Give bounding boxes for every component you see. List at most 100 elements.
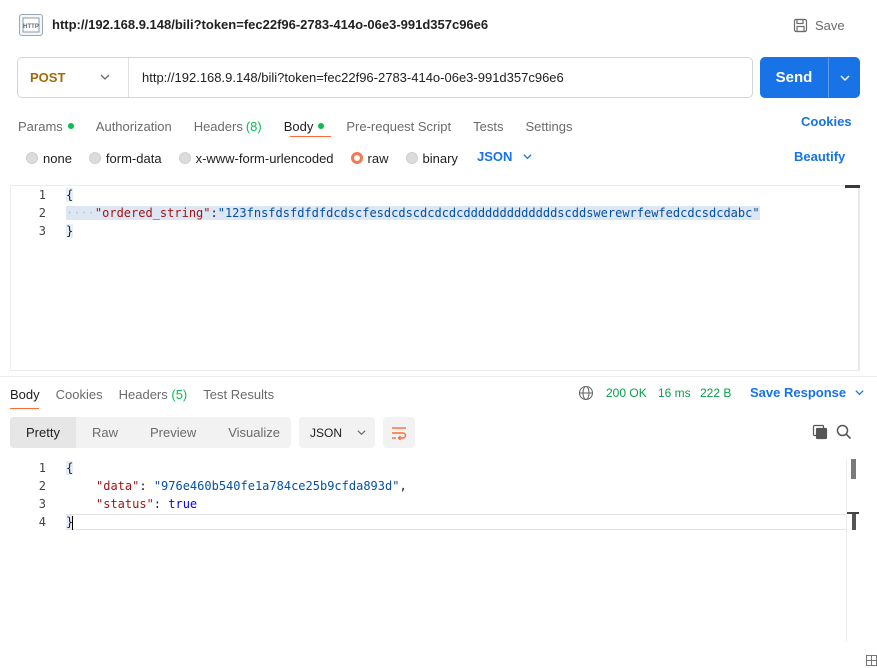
view-pretty-button[interactable]: Pretty: [10, 417, 76, 448]
method-select[interactable]: POST: [18, 58, 129, 97]
save-disk-icon: [793, 18, 808, 32]
response-divider: [0, 376, 877, 377]
response-format-dropdown[interactable]: JSON: [299, 417, 375, 448]
body-type-form-data[interactable]: form-data: [88, 150, 162, 166]
chevron-down-icon: [357, 430, 366, 436]
radio-binary[interactable]: [405, 152, 418, 164]
json-key: "data": [96, 479, 140, 493]
request-bar: POST http://192.168.9.148/bili?token=fec…: [17, 57, 753, 98]
send-button[interactable]: Send: [760, 57, 860, 98]
view-preview-button[interactable]: Preview: [134, 417, 212, 448]
cookies-link[interactable]: Cookies: [801, 114, 852, 129]
response-scroll-thumb[interactable]: [851, 459, 856, 479]
response-size[interactable]: 222 B: [700, 386, 731, 400]
json-value: "123fnsfdsfdfdfdcdscfesdcdscdcdcdcdddddd…: [217, 206, 760, 220]
response-tab-cookies[interactable]: Cookies: [56, 387, 103, 402]
globe-icon[interactable]: [578, 385, 594, 401]
tab-settings-label: Settings: [525, 118, 573, 134]
tab-body[interactable]: Body: [284, 119, 325, 134]
save-label: Save: [815, 17, 845, 33]
json-boolean: true: [168, 497, 198, 511]
json-colon: :: [210, 206, 218, 220]
layout-toggle-icon[interactable]: [866, 655, 877, 666]
body-format-label: JSON: [477, 149, 513, 164]
response-time[interactable]: 16 ms: [658, 386, 691, 400]
send-options-button[interactable]: [829, 72, 860, 84]
chevron-down-icon: [855, 390, 864, 396]
method-label: POST: [30, 70, 66, 85]
response-line-status: "status": true: [96, 497, 198, 511]
params-indicator-dot: [67, 123, 74, 129]
response-tab-test-results[interactable]: Test Results: [203, 387, 274, 402]
editor-scrollbar[interactable]: [858, 188, 859, 370]
tab-pre-request-label: Pre-request Script: [346, 118, 452, 134]
svg-text:HTTP: HTTP: [23, 24, 39, 30]
body-type-none[interactable]: none: [26, 151, 72, 166]
beautify-button[interactable]: Beautify: [794, 149, 845, 164]
body-type-options: none form-data x-www-form-urlencoded raw…: [26, 149, 475, 167]
body-format-dropdown[interactable]: JSON: [477, 149, 533, 164]
tab-params-label: Params: [18, 118, 63, 134]
body-type-none-label: none: [43, 150, 72, 166]
tab-body-label: Body: [283, 118, 314, 134]
copy-icon[interactable]: [812, 424, 828, 440]
body-type-raw[interactable]: raw: [350, 151, 389, 166]
save-response-button[interactable]: Save Response: [750, 385, 865, 400]
line-number: 3: [38, 224, 46, 238]
response-status[interactable]: 200 OK: [606, 386, 647, 400]
body-indicator-dot: [318, 123, 325, 129]
body-type-form-data-label: form-data: [105, 150, 162, 166]
save-button[interactable]: Save: [793, 15, 845, 35]
tab-tests-label: Tests: [473, 118, 504, 134]
response-tab-headers-label: Headers: [118, 386, 168, 402]
http-file-icon: HTTP: [19, 14, 43, 36]
body-type-urlencoded-label: x-www-form-urlencoded: [195, 150, 334, 166]
tab-settings[interactable]: Settings: [525, 119, 572, 134]
indent-guide: ····: [66, 206, 95, 220]
tab-authorization[interactable]: Authorization: [96, 119, 172, 134]
save-response-label: Save Response: [750, 385, 847, 400]
wrap-lines-button[interactable]: [383, 417, 415, 448]
text-cursor: [72, 516, 73, 530]
code-line-ordered-string: ····"ordered_string":"123fnsfdsfdfdfdcds…: [66, 206, 760, 220]
body-type-urlencoded[interactable]: x-www-form-urlencoded: [178, 150, 334, 166]
response-headers-count: (5): [171, 386, 188, 402]
request-title: http://192.168.9.148/bili?token=fec22f96…: [52, 17, 489, 32]
line-number: 2: [38, 206, 46, 220]
response-tabs: Body Cookies Headers (5) Test Results: [10, 386, 290, 402]
request-tabs: Params Authorization Headers (8) Body Pr…: [18, 114, 594, 138]
chevron-down-icon: [840, 75, 849, 81]
headers-count: (8): [245, 118, 262, 134]
response-open-brace: {: [66, 461, 74, 475]
tab-headers-label: Headers: [193, 118, 243, 134]
chevron-down-icon: [523, 154, 533, 160]
line-number: 1: [38, 188, 46, 202]
response-tab-headers[interactable]: Headers (5): [119, 387, 188, 402]
response-view-modes: Pretty Raw Preview Visualize: [10, 417, 291, 448]
response-line-data: "data": "976e460b540fe1a784ce25b9cfda893…: [96, 479, 407, 493]
url-input[interactable]: http://192.168.9.148/bili?token=fec22f96…: [129, 70, 564, 85]
radio-raw[interactable]: [350, 152, 363, 164]
active-line-highlight: [66, 514, 846, 530]
radio-form-data[interactable]: [88, 152, 101, 164]
json-value: "976e460b540fe1a784ce25b9cfda893d": [153, 479, 400, 493]
response-scrollbar[interactable]: [846, 459, 847, 641]
cursor-position-marker: [847, 512, 859, 530]
json-key: "ordered_string": [94, 206, 211, 220]
tab-tests[interactable]: Tests: [473, 119, 503, 134]
view-raw-button[interactable]: Raw: [76, 417, 134, 448]
response-tab-body[interactable]: Body: [10, 387, 40, 402]
line-number: 3: [38, 497, 46, 511]
radio-none[interactable]: [26, 152, 38, 164]
tab-params[interactable]: Params: [18, 119, 74, 134]
tab-pre-request-script[interactable]: Pre-request Script: [346, 119, 451, 134]
code-close-brace: }: [66, 224, 74, 238]
tab-authorization-label: Authorization: [95, 118, 172, 134]
tab-headers[interactable]: Headers (8): [194, 119, 262, 134]
response-format-label: JSON: [310, 425, 343, 440]
body-type-binary[interactable]: binary: [405, 151, 458, 166]
radio-urlencoded[interactable]: [178, 152, 191, 164]
search-icon[interactable]: [836, 424, 852, 440]
view-visualize-button[interactable]: Visualize: [212, 417, 296, 448]
line-number: 4: [38, 515, 46, 529]
